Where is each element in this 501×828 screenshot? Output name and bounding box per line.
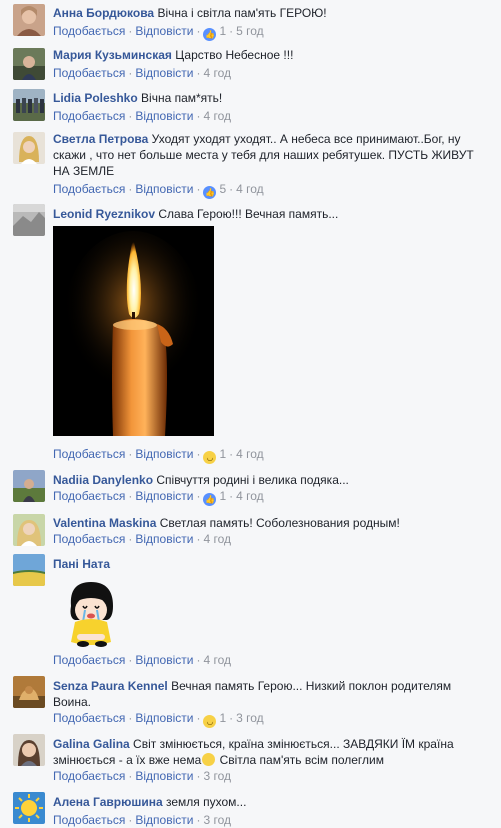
avatar[interactable]	[13, 792, 45, 824]
comment-actions: Подобається · Відповісти · 4 год	[53, 109, 231, 123]
comment-text: Светлая память! Соболезнования родным!	[159, 516, 400, 530]
comment-actions: Подобається · Відповісти · 4 год	[53, 532, 231, 546]
comment-author[interactable]: Galina Galina	[53, 737, 130, 751]
like-link[interactable]: Подобається	[53, 769, 125, 783]
like-icon[interactable]: 👍	[203, 28, 217, 41]
comment: Алена Гаврюшина земля пухом... Подобаєть…	[0, 788, 501, 827]
comment-author[interactable]: Мария Кузьминская	[53, 48, 172, 62]
reply-link[interactable]: Відповісти	[135, 489, 193, 503]
comment-actions: Подобається · Відповісти · 👍 1 · 5 год	[53, 24, 264, 41]
like-link[interactable]: Подобається	[53, 447, 125, 461]
candle-image[interactable]	[53, 226, 214, 436]
reaction-count[interactable]: 1	[219, 447, 226, 461]
comment-actions: Подобається · Відповісти · 3 год	[53, 813, 231, 827]
reply-link[interactable]: Відповісти	[135, 182, 193, 196]
avatar[interactable]	[13, 734, 45, 766]
comment-author[interactable]: Алена Гаврюшина	[53, 795, 163, 809]
reply-link[interactable]: Відповісти	[135, 66, 193, 80]
disappointed-emoji-icon	[202, 753, 216, 766]
avatar[interactable]	[13, 204, 45, 236]
comment: Leonid Ryeznikov Слава Герою!!! Вечная п…	[0, 204, 501, 470]
comment: Пані Ната Подобається · Відповісти · 4 год	[0, 554, 501, 672]
avatar[interactable]	[13, 554, 45, 586]
reply-link[interactable]: Відповісти	[135, 447, 193, 461]
comment-author[interactable]: Valentina Maskina	[53, 516, 156, 530]
comment-author[interactable]: Leonid Ryeznikov	[53, 207, 155, 221]
comment-actions: Подобається · Відповісти · 👍 5 · 4 год	[53, 182, 264, 199]
comment-text: Царство Небесное !!!	[175, 48, 294, 62]
comment-actions: Подобається · Відповісти · ◡ 1 · 3 год	[53, 711, 264, 728]
comment-text: Вічна пам*ять!	[141, 91, 223, 105]
comment: Мария Кузьминская Царство Небесное !!! П…	[0, 44, 501, 86]
like-link[interactable]: Подобається	[53, 66, 125, 80]
reaction-count[interactable]: 1	[219, 24, 226, 38]
comment: Светла Петрова Уходят уходят уходят.. А …	[0, 126, 501, 204]
avatar[interactable]	[13, 89, 45, 121]
comment-text: Слава Герою!!! Вечная память...	[158, 207, 339, 221]
comment-actions: Подобається · Відповісти · 4 год	[53, 66, 231, 80]
like-link[interactable]: Подобається	[53, 653, 125, 667]
like-icon[interactable]: 👍	[203, 186, 217, 199]
like-link[interactable]: Подобається	[53, 109, 125, 123]
like-icon[interactable]: 👍	[203, 493, 217, 506]
comment: Galina Galina Світ змінюється, країна зм…	[0, 730, 501, 788]
comment-time[interactable]: 4 год	[236, 447, 264, 461]
comment-author[interactable]: Nadiia Danylenko	[53, 473, 153, 487]
reaction-count[interactable]: 1	[219, 489, 226, 503]
sad-icon[interactable]: ◡	[203, 715, 217, 728]
reply-link[interactable]: Відповісти	[135, 653, 193, 667]
comment-time[interactable]: 4 год	[236, 489, 264, 503]
avatar[interactable]	[13, 470, 45, 502]
comment-time[interactable]: 4 год	[203, 109, 231, 123]
comment-time[interactable]: 4 год	[203, 532, 231, 546]
comment-text: земля пухом...	[165, 795, 247, 809]
reply-link[interactable]: Відповісти	[135, 109, 193, 123]
comment-author[interactable]: Анна Бордюкова	[53, 6, 154, 20]
comment-author[interactable]: Светла Петрова	[53, 132, 148, 146]
comment-actions: Подобається · Відповісти · 4 год	[53, 653, 231, 667]
reply-link[interactable]: Відповісти	[135, 769, 193, 783]
like-link[interactable]: Подобається	[53, 813, 125, 827]
reaction-count[interactable]: 1	[219, 711, 226, 725]
comment-text: Співчуття родині і велика подяка...	[156, 473, 349, 487]
crying-girl-sticker[interactable]	[61, 576, 121, 648]
avatar[interactable]	[13, 676, 45, 708]
reply-link[interactable]: Відповісти	[135, 711, 193, 725]
comment-actions: Подобається · Відповісти · 👍 1 · 4 год	[53, 489, 264, 506]
comment: Анна Бордюкова Вічна і світла пам'ять ГЕ…	[0, 0, 501, 44]
comment-author[interactable]: Senza Paura Kennel	[53, 679, 168, 693]
comment: Lidia Poleshko Вічна пам*ять! Подобаєтьс…	[0, 86, 501, 126]
like-link[interactable]: Подобається	[53, 711, 125, 725]
comment-text: Вічна і світла пам'ять ГЕРОЮ!	[157, 6, 327, 20]
comment: Senza Paura Kennel Вечная память Герою..…	[0, 672, 501, 730]
comment-text-continued: Світла пам'ять всім полеглим	[216, 753, 384, 767]
comment-time[interactable]: 3 год	[203, 769, 231, 783]
like-link[interactable]: Подобається	[53, 489, 125, 503]
comment-author[interactable]: Lidia Poleshko	[53, 91, 138, 105]
avatar[interactable]	[13, 4, 45, 36]
reply-link[interactable]: Відповісти	[135, 813, 193, 827]
comment: Nadiia Danylenko Співчуття родині і вели…	[0, 470, 501, 512]
comments-list: Анна Бордюкова Вічна і світла пам'ять ГЕ…	[0, 0, 501, 827]
comment-time[interactable]: 4 год	[236, 182, 264, 196]
reaction-count[interactable]: 5	[219, 182, 226, 196]
comment-author[interactable]: Пані Ната	[53, 557, 110, 571]
like-link[interactable]: Подобається	[53, 182, 125, 196]
avatar[interactable]	[13, 48, 45, 80]
comment-time[interactable]: 3 год	[236, 711, 264, 725]
comment: Valentina Maskina Светлая память! Соболе…	[0, 512, 501, 554]
sad-icon[interactable]: ◡	[203, 451, 217, 464]
comment-time[interactable]: 5 год	[236, 24, 264, 38]
reply-link[interactable]: Відповісти	[135, 532, 193, 546]
avatar[interactable]	[13, 132, 45, 164]
comment-time[interactable]: 3 год	[203, 813, 231, 827]
comment-actions: Подобається · Відповісти · 3 год	[53, 769, 231, 783]
avatar[interactable]	[13, 514, 45, 546]
comment-time[interactable]: 4 год	[203, 66, 231, 80]
like-link[interactable]: Подобається	[53, 24, 125, 38]
like-link[interactable]: Подобається	[53, 532, 125, 546]
comment-actions: Подобається · Відповісти · ◡ 1 · 4 год	[53, 447, 264, 464]
comment-time[interactable]: 4 год	[203, 653, 231, 667]
reply-link[interactable]: Відповісти	[135, 24, 193, 38]
